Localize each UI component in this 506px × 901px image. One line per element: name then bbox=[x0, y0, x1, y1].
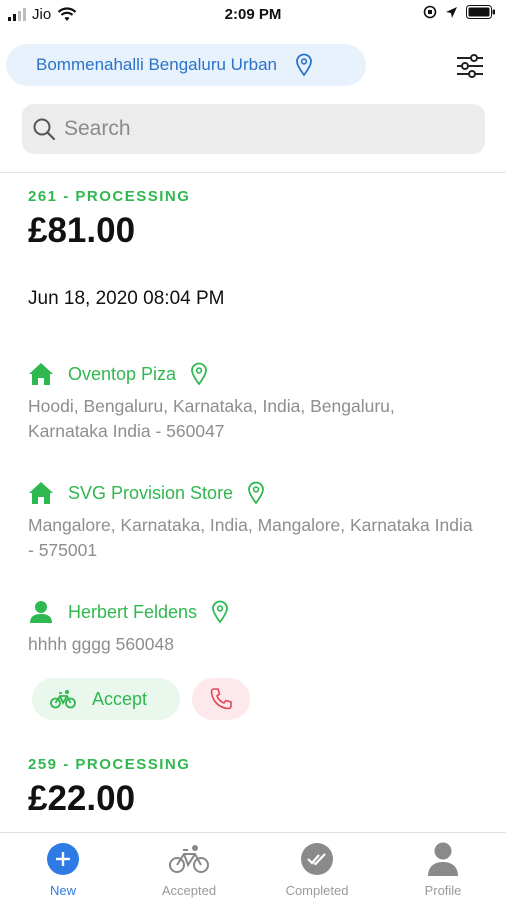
map-pin-icon bbox=[296, 53, 312, 77]
bicycle-icon bbox=[169, 845, 209, 873]
pickup-stop: SVG Provision Store Mangalore, Karnataka… bbox=[28, 481, 478, 563]
order-total: £81.00 bbox=[28, 211, 136, 250]
order-total: £22.00 bbox=[28, 779, 136, 818]
order-card-header[interactable]: 261 - PROCESSING £81.00 bbox=[28, 188, 190, 251]
tab-accepted[interactable]: Accepted bbox=[139, 841, 239, 898]
status-right bbox=[423, 5, 496, 19]
order-date: Jun 18, 2020 08:04 PM bbox=[28, 288, 225, 309]
double-check-icon bbox=[301, 843, 333, 875]
status-bar: Jio 2:09 PM bbox=[0, 0, 506, 30]
search-icon bbox=[33, 118, 56, 141]
call-button[interactable] bbox=[192, 678, 250, 720]
tab-label: Profile bbox=[424, 883, 462, 898]
stop-address: Mangalore, Karnataka, India, Mangalore, … bbox=[28, 515, 473, 560]
location-label: Bommenahalli Bengaluru Urban bbox=[36, 55, 277, 74]
stop-address: Hoodi, Bengaluru, Karnataka, India, Beng… bbox=[28, 396, 395, 441]
accept-button[interactable]: Accept bbox=[32, 678, 180, 720]
tab-completed[interactable]: Completed bbox=[267, 841, 367, 898]
person-icon bbox=[30, 601, 52, 623]
map-pin-icon[interactable] bbox=[247, 481, 265, 505]
tab-new[interactable]: New bbox=[13, 841, 113, 898]
phone-icon bbox=[210, 688, 232, 710]
divider bbox=[0, 172, 506, 173]
search-input[interactable] bbox=[62, 116, 466, 142]
home-icon bbox=[29, 482, 53, 504]
location-selector[interactable]: Bommenahalli Bengaluru Urban bbox=[6, 44, 366, 86]
tab-label: Completed bbox=[285, 883, 349, 898]
stop-name: SVG Provision Store bbox=[68, 482, 234, 503]
customer-name: Herbert Feldens bbox=[68, 601, 198, 622]
pickup-stop: Oventop Piza Hoodi, Bengaluru, Karnataka… bbox=[28, 362, 478, 444]
customer-address: hhhh gggg 560048 bbox=[28, 634, 174, 654]
order-status: 261 - PROCESSING bbox=[28, 188, 191, 205]
plus-icon bbox=[47, 843, 79, 875]
customer-stop: Herbert Feldens hhhh gggg 560048 bbox=[28, 600, 478, 657]
home-icon bbox=[29, 363, 53, 385]
accept-label: Accept bbox=[92, 688, 148, 709]
filter-icon[interactable] bbox=[454, 52, 486, 80]
tab-profile[interactable]: Profile bbox=[393, 841, 493, 898]
search-bar[interactable] bbox=[22, 104, 485, 154]
tab-bar: New Accepted Completed Profile bbox=[0, 832, 506, 901]
bicycle-icon bbox=[50, 690, 76, 709]
order-card-header[interactable]: 259 - PROCESSING £22.00 bbox=[28, 756, 190, 819]
battery-icon bbox=[466, 5, 495, 19]
tab-label: New bbox=[49, 883, 76, 898]
map-pin-icon[interactable] bbox=[190, 362, 208, 386]
rotation-lock-icon bbox=[423, 5, 437, 19]
stop-name: Oventop Piza bbox=[68, 363, 177, 384]
map-pin-icon[interactable] bbox=[211, 600, 229, 624]
tab-label: Accepted bbox=[161, 883, 217, 898]
person-icon bbox=[428, 842, 458, 876]
order-status: 259 - PROCESSING bbox=[28, 756, 191, 773]
location-arrow-icon bbox=[446, 6, 457, 18]
